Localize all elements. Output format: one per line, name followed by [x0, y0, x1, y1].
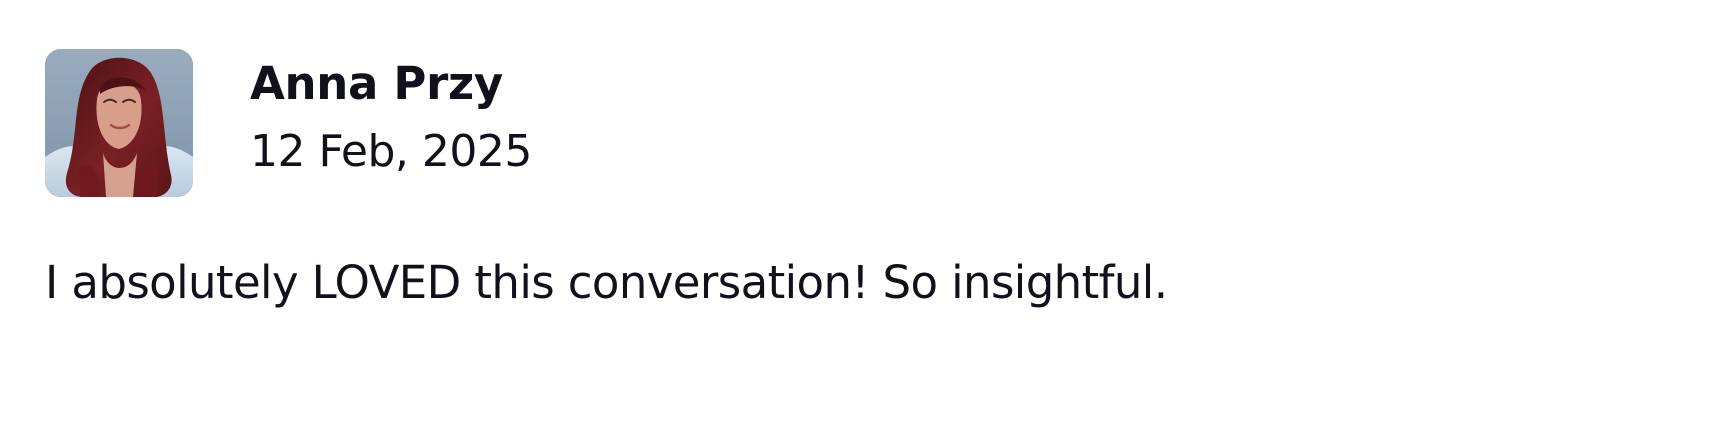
comment-text: I absolutely LOVED this conversation! So… [45, 256, 1168, 309]
comment-card: Anna Przy 12 Feb, 2025 I absolutely LOVE… [45, 49, 1685, 358]
author-meta: Anna Przy 12 Feb, 2025 [250, 49, 532, 180]
author-name: Anna Przy [250, 57, 503, 110]
avatar [45, 49, 193, 197]
comment-header: Anna Przy 12 Feb, 2025 [45, 49, 1685, 197]
avatar-photo-icon [45, 49, 193, 197]
comment-date: 12 Feb, 2025 [250, 126, 532, 177]
